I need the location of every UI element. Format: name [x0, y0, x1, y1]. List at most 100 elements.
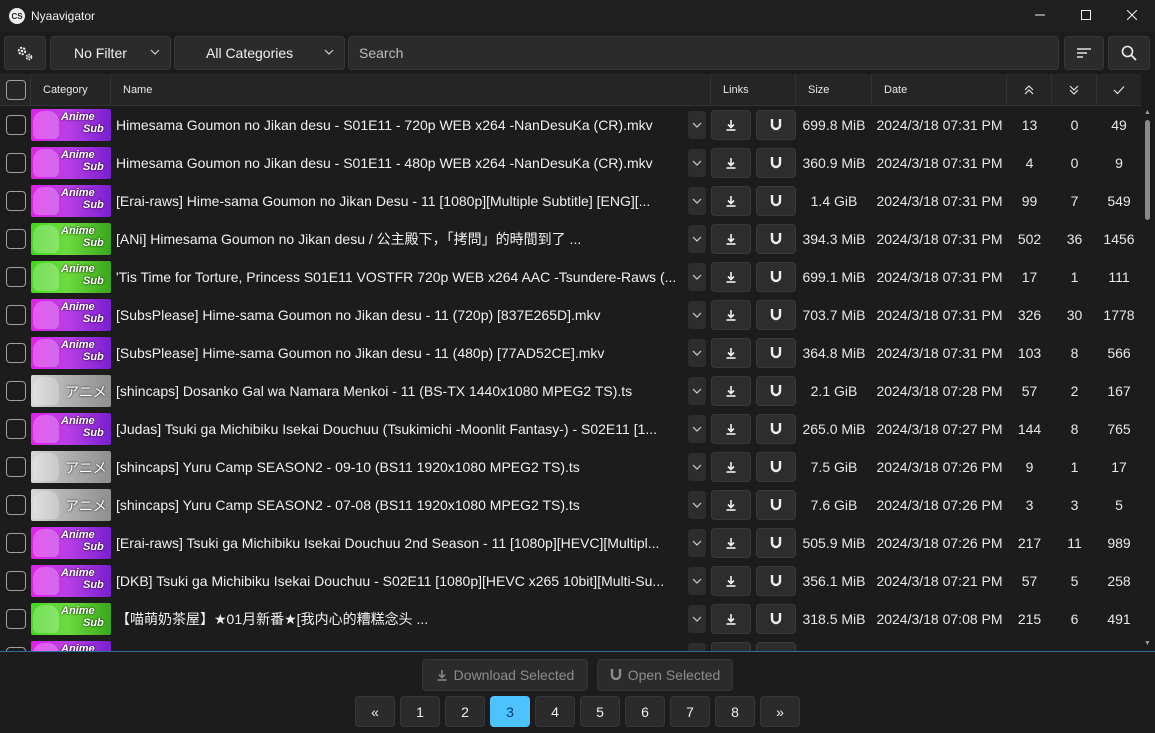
expand-button[interactable] [688, 567, 706, 595]
category-thumbnail[interactable]: AnimeSub [31, 299, 111, 331]
last-page-button[interactable]: » [760, 696, 800, 727]
scrollbar-thumb[interactable] [1145, 120, 1150, 220]
category-thumbnail[interactable]: アニメ [31, 451, 111, 483]
row-checkbox[interactable] [6, 305, 26, 325]
category-thumbnail[interactable]: アニメ [31, 375, 111, 407]
category-thumbnail[interactable]: アニメ [31, 489, 111, 521]
download-button[interactable] [711, 490, 751, 520]
torrent-name[interactable]: 'Tis Time for Torture, Princess S01E11 V… [116, 258, 682, 296]
filter-dropdown[interactable]: No Filter [50, 36, 171, 70]
table-row[interactable]: Anime Sub [SubsPlease] Hime-sama Goumon no… [0, 334, 1141, 372]
magnet-button[interactable] [756, 148, 796, 178]
table-row[interactable]: Anime Sub [Erai-raws] Tsuki ga Michibiku I… [0, 524, 1141, 562]
magnet-button[interactable] [756, 528, 796, 558]
download-button[interactable] [711, 338, 751, 368]
table-row[interactable]: アニメ [shincaps] Yuru Camp SEASON2 - 09-10 … [0, 448, 1141, 486]
torrent-name[interactable]: Himesama Goumon no Jikan desu - S01E11 -… [116, 106, 682, 144]
header-name[interactable]: Name [111, 74, 711, 106]
category-thumbnail[interactable]: AnimeSub [31, 223, 111, 255]
category-thumbnail[interactable]: AnimeSub [31, 565, 111, 597]
expand-button[interactable] [688, 149, 706, 177]
expand-button[interactable] [688, 301, 706, 329]
torrent-name[interactable]: [shincaps] Yuru Camp SEASON2 - 09-10 (BS… [116, 448, 682, 486]
magnet-button[interactable] [756, 262, 796, 292]
magnet-button[interactable] [756, 452, 796, 482]
page-button-1[interactable]: 1 [400, 696, 440, 727]
table-row[interactable]: Anime Sub [ANi] Himesama Goumon no Jikan d… [0, 220, 1141, 258]
minimize-button[interactable] [1017, 0, 1063, 30]
category-thumbnail[interactable]: AnimeSub [31, 527, 111, 559]
page-button-6[interactable]: 6 [625, 696, 665, 727]
magnet-button[interactable] [756, 642, 796, 651]
download-button[interactable] [711, 148, 751, 178]
scroll-up-icon[interactable]: ▲ [1144, 109, 1151, 116]
category-thumbnail[interactable]: AnimeSub [31, 261, 111, 293]
table-row[interactable]: アニメ [shincaps] Yuru Camp SEASON2 - 07-08 … [0, 486, 1141, 524]
row-checkbox[interactable] [6, 571, 26, 591]
row-checkbox[interactable] [6, 153, 26, 173]
row-checkbox[interactable] [6, 343, 26, 363]
download-button[interactable] [711, 566, 751, 596]
vertical-scrollbar[interactable]: ▲ ▼ [1141, 106, 1155, 651]
magnet-button[interactable] [756, 414, 796, 444]
magnet-button[interactable] [756, 338, 796, 368]
download-button[interactable] [711, 224, 751, 254]
expand-button[interactable] [688, 187, 706, 215]
table-row[interactable]: Anime Sub [Erai-raws] Hime-sama Goumon no … [0, 182, 1141, 220]
row-checkbox[interactable] [6, 419, 26, 439]
expand-button[interactable] [688, 643, 706, 651]
category-thumbnail[interactable]: AnimeSub [31, 147, 111, 179]
expand-button[interactable] [688, 491, 706, 519]
search-button[interactable] [1108, 36, 1150, 70]
scroll-down-icon[interactable]: ▼ [1144, 640, 1151, 647]
header-links[interactable]: Links [711, 74, 796, 106]
torrent-name[interactable]: [Erai-raws] Hime-sama Goumon no Jikan De… [116, 182, 682, 220]
row-checkbox[interactable] [6, 533, 26, 553]
row-checkbox[interactable] [6, 267, 26, 287]
category-thumbnail[interactable]: AnimeSub [31, 413, 111, 445]
expand-button[interactable] [688, 453, 706, 481]
expand-button[interactable] [688, 529, 706, 557]
download-selected-button[interactable]: Download Selected [422, 659, 588, 691]
torrent-name[interactable]: Himesama Goumon no Jikan desu - S01E11 -… [116, 144, 682, 182]
page-button-5[interactable]: 5 [580, 696, 620, 727]
category-thumbnail[interactable]: AnimeSub [31, 641, 111, 651]
torrent-name[interactable]: [shincaps] Yuru Camp SEASON2 - 07-08 (BS… [116, 486, 682, 524]
torrent-name[interactable]: [SubsPlease] Hime-sama Goumon no Jikan d… [116, 296, 682, 334]
magnet-button[interactable] [756, 376, 796, 406]
header-date[interactable]: Date [872, 74, 1007, 106]
magnet-button[interactable] [756, 224, 796, 254]
header-leechers[interactable] [1052, 74, 1097, 106]
download-button[interactable] [711, 376, 751, 406]
download-button[interactable] [711, 110, 751, 140]
row-checkbox[interactable] [6, 609, 26, 629]
magnet-button[interactable] [756, 300, 796, 330]
category-thumbnail[interactable]: AnimeSub [31, 185, 111, 217]
download-button[interactable] [711, 262, 751, 292]
category-dropdown[interactable]: All Categories [174, 36, 345, 70]
magnet-button[interactable] [756, 186, 796, 216]
magnet-button[interactable] [756, 604, 796, 634]
expand-button[interactable] [688, 377, 706, 405]
table-row[interactable]: Anime Sub Himesama Goumon no Jikan desu - … [0, 144, 1141, 182]
row-checkbox[interactable] [6, 457, 26, 477]
row-checkbox[interactable] [6, 191, 26, 211]
header-completed[interactable] [1097, 74, 1141, 106]
table-row[interactable]: Anime Sub 【喵萌奶茶屋】★01月新番★[我内心的糟糕念头 ... 318.5… [0, 600, 1141, 638]
download-button[interactable] [711, 300, 751, 330]
table-row[interactable]: Anime Sub [Judas] Tsuki ga Michibiku Iseka… [0, 410, 1141, 448]
close-button[interactable] [1109, 0, 1155, 30]
category-thumbnail[interactable]: AnimeSub [31, 109, 111, 141]
expand-button[interactable] [688, 415, 706, 443]
category-thumbnail[interactable]: AnimeSub [31, 603, 111, 635]
torrent-name[interactable] [116, 638, 682, 651]
header-size[interactable]: Size [796, 74, 872, 106]
category-thumbnail[interactable]: AnimeSub [31, 337, 111, 369]
expand-button[interactable] [688, 225, 706, 253]
torrent-name[interactable]: 【喵萌奶茶屋】★01月新番★[我内心的糟糕念头 ... [116, 600, 682, 638]
settings-button[interactable] [4, 36, 46, 70]
magnet-button[interactable] [756, 566, 796, 596]
expand-button[interactable] [688, 111, 706, 139]
download-button[interactable] [711, 414, 751, 444]
torrent-name[interactable]: [Erai-raws] Tsuki ga Michibiku Isekai Do… [116, 524, 682, 562]
